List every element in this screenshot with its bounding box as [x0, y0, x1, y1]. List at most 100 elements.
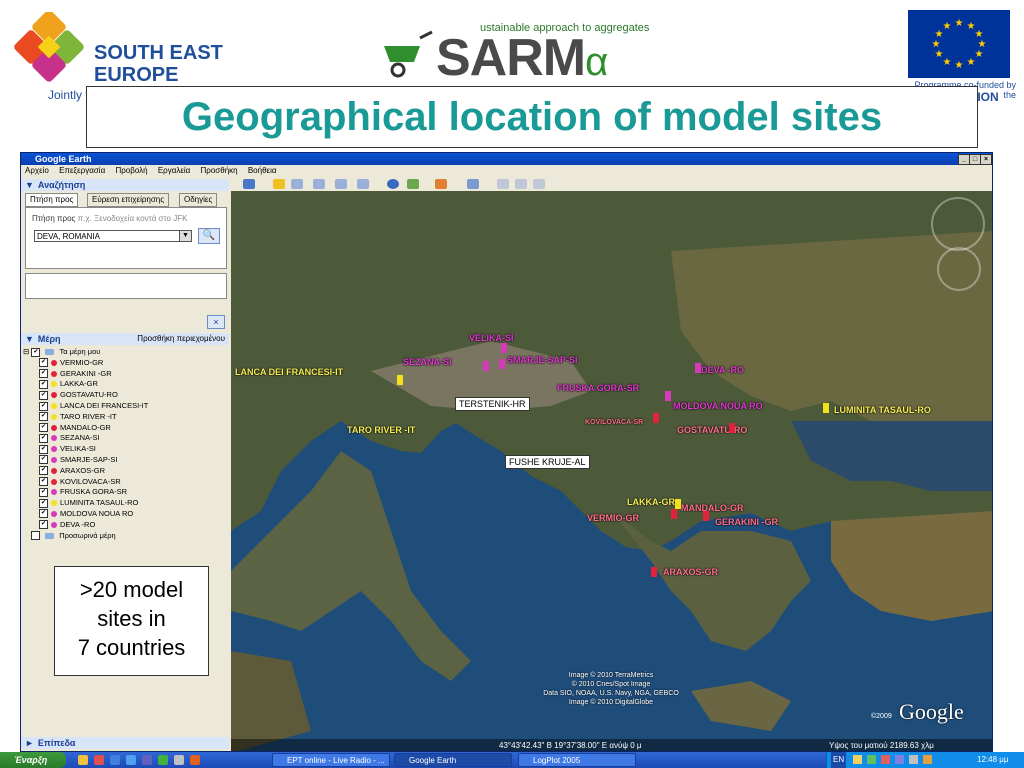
window-titlebar[interactable]: Google Earth _ □ × [21, 153, 992, 165]
site-label-kovilovaca[interactable]: KOVILOVACA-SR [585, 419, 643, 426]
checkbox[interactable]: ✔ [39, 401, 48, 411]
sidebar-toggle-icon[interactable] [243, 179, 255, 189]
checkbox[interactable]: ✔ [39, 520, 48, 530]
look-control-icon[interactable] [937, 247, 981, 291]
checkbox[interactable]: ✔ [39, 477, 48, 487]
checkbox[interactable]: ✔ [39, 369, 48, 379]
checkbox[interactable]: ✔ [39, 358, 48, 368]
place-item[interactable]: ✔ LANCA DEI FRANCESI-IT [23, 401, 227, 412]
placemark-pin-icon[interactable] [651, 567, 657, 577]
place-item[interactable]: ✔ LUMINITA TASAUL-RO [23, 498, 227, 509]
placemark-pin-icon[interactable] [499, 359, 505, 369]
search-icon[interactable]: 🔍 [198, 228, 220, 244]
start-button[interactable]: Έναρξη [0, 752, 66, 768]
site-label-gostavatu[interactable]: GOSTAVATU-RO [677, 425, 747, 435]
place-item[interactable]: ✔ SEZANA-SI [23, 433, 227, 444]
tray-icon[interactable] [923, 755, 932, 764]
ie-icon[interactable] [126, 755, 136, 765]
tray-icon[interactable] [853, 755, 862, 764]
tab-fly-to[interactable]: Πτήση προς [25, 193, 79, 207]
place-item[interactable]: ✔ VERMIO-GR [23, 358, 227, 369]
checkbox[interactable]: ✔ [39, 412, 48, 422]
checkbox[interactable]: ✔ [39, 423, 48, 433]
site-label-velika[interactable]: VELIKA-SI [469, 333, 514, 343]
site-label-lakka[interactable]: LAKKA-GR [627, 497, 675, 507]
placemark-pin-icon[interactable] [483, 361, 489, 371]
checkbox[interactable]: ✔ [39, 390, 48, 400]
menu-help[interactable]: Βοήθεια [248, 166, 277, 175]
placemark-pin-icon[interactable] [501, 343, 507, 353]
overlay-icon[interactable] [335, 179, 347, 189]
place-item[interactable]: ✔ MOLDOVA NOUA RO [23, 509, 227, 520]
compass-icon[interactable] [931, 197, 985, 251]
menu-tools[interactable]: Εργαλεία [158, 166, 190, 175]
fly-to-select[interactable]: DEVA, ROMANIA ▼ [34, 230, 192, 242]
tray-icon[interactable] [867, 755, 876, 764]
browser-icon[interactable] [110, 755, 120, 765]
site-label-araxos[interactable]: ARAXOS-GR [663, 567, 718, 577]
placemark-pin-icon[interactable] [397, 375, 403, 385]
menu-file[interactable]: Αρχείο [25, 166, 49, 175]
site-label-mandalo[interactable]: MANDALO-GR [681, 503, 744, 513]
place-item[interactable]: ✔ MANDALO-GR [23, 423, 227, 434]
checkbox[interactable]: ✔ [39, 379, 48, 389]
clock[interactable]: 12:48 μμ [977, 752, 1008, 768]
media-icon[interactable] [94, 755, 104, 765]
path-icon[interactable] [313, 179, 325, 189]
app-icon[interactable] [142, 755, 152, 765]
checkbox[interactable]: ✔ [39, 466, 48, 476]
placemark-pin-icon[interactable] [695, 363, 701, 373]
speaker-icon[interactable] [909, 755, 918, 764]
checkbox[interactable]: ✔ [31, 347, 41, 357]
checkbox[interactable]: ✔ [39, 487, 48, 497]
tray-icon[interactable] [881, 755, 890, 764]
place-item[interactable]: ✔ FRUSKA GORA-SR [23, 487, 227, 498]
site-label-lanca[interactable]: LANCA DEI FRANCESI-IT [235, 367, 343, 377]
menu-add[interactable]: Προσθήκη [201, 166, 238, 175]
checkbox[interactable]: ✔ [39, 509, 48, 519]
places-panel-header[interactable]: ▼ Μέρη Προσθήκη περιεχομένου [21, 333, 229, 345]
site-label-deva[interactable]: DEVA -RO [701, 365, 744, 375]
site-label-luminita[interactable]: LUMINITA TASAUL-RO [834, 405, 931, 415]
language-indicator[interactable]: EN [831, 752, 847, 768]
place-item[interactable]: ✔ LAKKA-GR [23, 379, 227, 390]
checkbox[interactable] [31, 531, 40, 541]
task-google-earth[interactable]: Google Earth [394, 753, 512, 767]
chevron-down-icon[interactable]: ▼ [179, 231, 191, 241]
task-logplot[interactable]: LogPlot 2005 [518, 753, 636, 767]
place-item[interactable]: ✔ KOVILOVACA-SR [23, 477, 227, 488]
place-item[interactable]: ✔ SMARJE-SAP-SI [23, 455, 227, 466]
placemark-icon[interactable] [273, 179, 285, 189]
placemark-pin-icon[interactable] [653, 413, 659, 423]
site-label-taro[interactable]: TARO RIVER -IT [347, 425, 415, 435]
place-item[interactable]: ✔ ARAXOS-GR [23, 466, 227, 477]
add-content-link[interactable]: Προσθήκη περιεχομένου [137, 333, 225, 345]
tray-icon[interactable] [895, 755, 904, 764]
menu-view[interactable]: Προβολή [115, 166, 147, 175]
place-item[interactable]: ✔ VELIKA-SI [23, 444, 227, 455]
site-label-gerakini[interactable]: GERAKINI -GR [715, 517, 778, 527]
checkbox[interactable]: ✔ [39, 455, 48, 465]
sun-icon[interactable] [407, 179, 419, 189]
tab-directions[interactable]: Οδηγίες [179, 193, 218, 207]
print-icon[interactable] [515, 179, 527, 189]
maps-icon[interactable] [533, 179, 545, 189]
folder-icon[interactable] [78, 755, 88, 765]
placemark-pin-icon[interactable] [675, 499, 681, 509]
placemark-pin-icon[interactable] [671, 509, 677, 519]
tab-find-business[interactable]: Εύρεση επιχείρησης [87, 193, 170, 207]
app-icon[interactable] [174, 755, 184, 765]
site-label-sezana[interactable]: SEZANA-SI [403, 357, 452, 367]
place-item[interactable]: ✔ GERAKINI -GR [23, 369, 227, 380]
placemark-pin-icon[interactable] [703, 511, 709, 521]
placemark-pin-icon[interactable] [823, 403, 829, 413]
site-label-moldova[interactable]: MOLDOVA NOUA RO [673, 401, 763, 411]
place-item[interactable]: ✔ TARO RIVER -IT [23, 412, 227, 423]
polygon-icon[interactable] [291, 179, 303, 189]
site-label-smarje[interactable]: SMARJE-SAP-SI [507, 355, 578, 365]
earth-map-view[interactable]: LANCA DEI FRANCESI-IT TARO RIVER -IT VEL… [231, 191, 992, 751]
checkbox[interactable]: ✔ [39, 498, 48, 508]
clock-icon[interactable] [387, 179, 399, 189]
checkbox[interactable]: ✔ [39, 444, 48, 454]
menu-edit[interactable]: Επεξεργασία [59, 166, 105, 175]
